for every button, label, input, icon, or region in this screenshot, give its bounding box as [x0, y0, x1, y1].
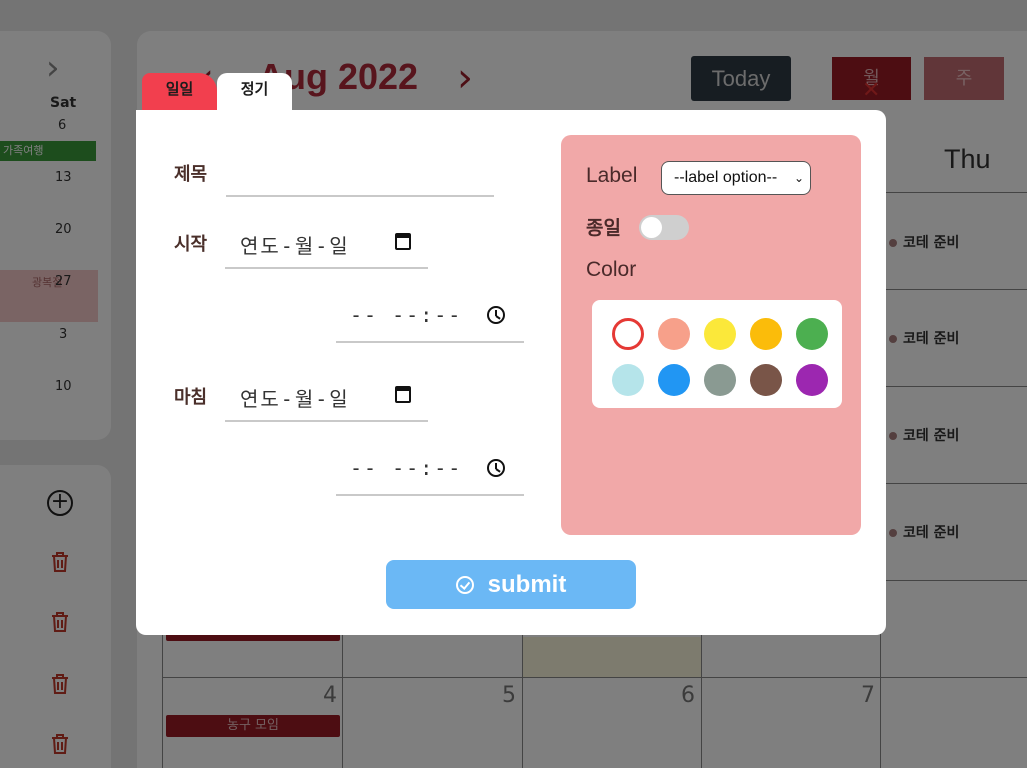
title-label: 제목 [174, 164, 208, 185]
end-date-underline [225, 420, 428, 422]
start-label: 시작 [174, 234, 208, 255]
color-swatch[interactable] [658, 318, 690, 350]
clock-icon[interactable] [487, 306, 505, 324]
color-label: Color [586, 258, 637, 281]
color-swatch[interactable] [750, 364, 782, 396]
calendar-icon[interactable] [395, 386, 411, 403]
start-date-input[interactable]: 연도-월-일 [240, 230, 350, 259]
tab-daily[interactable]: 일일 [142, 73, 217, 110]
check-circle-icon [455, 576, 474, 594]
color-swatch[interactable] [612, 364, 644, 396]
allday-label: 종일 [586, 217, 621, 239]
color-swatch-panel [592, 300, 842, 408]
end-time-underline [336, 494, 524, 496]
calendar-icon[interactable] [395, 233, 411, 250]
color-swatch[interactable] [704, 364, 736, 396]
submit-button[interactable]: submit [386, 560, 636, 609]
color-swatch[interactable] [750, 318, 782, 350]
start-time-underline [336, 341, 524, 343]
label-select[interactable]: --label option-- ⌄ [661, 161, 811, 195]
color-swatch-selected[interactable] [612, 318, 644, 350]
tab-regular[interactable]: 정기 [217, 73, 292, 110]
end-date-input[interactable]: 연도-월-일 [240, 383, 350, 412]
color-swatch[interactable] [658, 364, 690, 396]
end-time-input[interactable]: -- --:-- [350, 456, 462, 480]
allday-toggle[interactable] [639, 215, 689, 240]
toggle-knob [641, 217, 662, 238]
clock-icon[interactable] [487, 459, 505, 477]
color-swatch[interactable] [796, 318, 828, 350]
start-time-input[interactable]: -- --:-- [350, 303, 462, 327]
start-date-underline [225, 267, 428, 269]
color-swatch[interactable] [796, 364, 828, 396]
chevron-down-icon: ⌄ [793, 171, 804, 185]
label-field-label: Label [586, 164, 638, 187]
end-label: 마침 [174, 387, 208, 408]
title-input[interactable] [226, 195, 494, 197]
color-swatch[interactable] [704, 318, 736, 350]
